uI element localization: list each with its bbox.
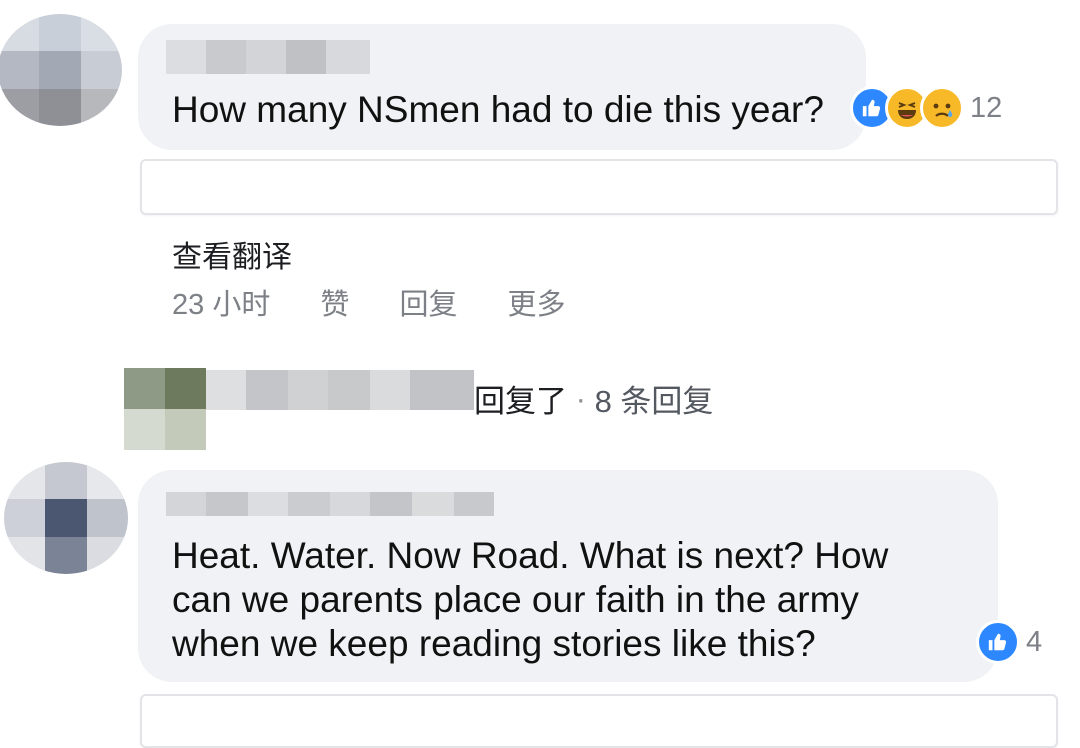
reaction-count: 4 bbox=[1026, 625, 1043, 658]
comment-line: can we parents place our faith in the ar… bbox=[172, 579, 859, 620]
reply-button[interactable]: 回复 bbox=[399, 289, 457, 321]
reaction-summary[interactable]: 4 bbox=[976, 620, 1042, 664]
reaction-summary[interactable]: 12 bbox=[850, 86, 1002, 130]
replier-name[interactable] bbox=[206, 370, 474, 410]
more-button[interactable]: 更多 bbox=[508, 289, 566, 321]
commenter-name[interactable] bbox=[166, 40, 370, 74]
comment-text: Heat. Water. Now Road. What is next? How… bbox=[172, 534, 888, 666]
commenter-name[interactable] bbox=[166, 492, 494, 516]
reaction-count: 12 bbox=[970, 91, 1003, 124]
comment-line: when we keep reading stories like this? bbox=[172, 623, 816, 664]
reply-avatar[interactable] bbox=[124, 368, 206, 450]
reply-count: 8 条回复 bbox=[594, 384, 714, 419]
comment-line: Heat. Water. Now Road. What is next? How bbox=[172, 535, 889, 576]
reply-input-box[interactable] bbox=[140, 159, 1058, 215]
avatar[interactable] bbox=[0, 14, 122, 126]
comment-text: How many NSmen had to die this year? bbox=[172, 89, 824, 130]
like-icon bbox=[976, 620, 1020, 664]
replied-label: 回复了 bbox=[474, 384, 567, 419]
separator: · bbox=[567, 380, 595, 416]
like-button[interactable]: 赞 bbox=[320, 289, 349, 321]
reply-input-box[interactable] bbox=[140, 694, 1058, 748]
avatar[interactable] bbox=[4, 462, 128, 574]
view-replies-link[interactable]: 回复了 · 8 条回复 bbox=[474, 376, 713, 421]
comment-actions: 23 小时 赞 回复 更多 bbox=[172, 281, 608, 323]
sad-icon bbox=[920, 86, 964, 130]
timestamp[interactable]: 23 小时 bbox=[172, 289, 270, 321]
see-translation-link[interactable]: 查看翻译 bbox=[172, 232, 292, 276]
